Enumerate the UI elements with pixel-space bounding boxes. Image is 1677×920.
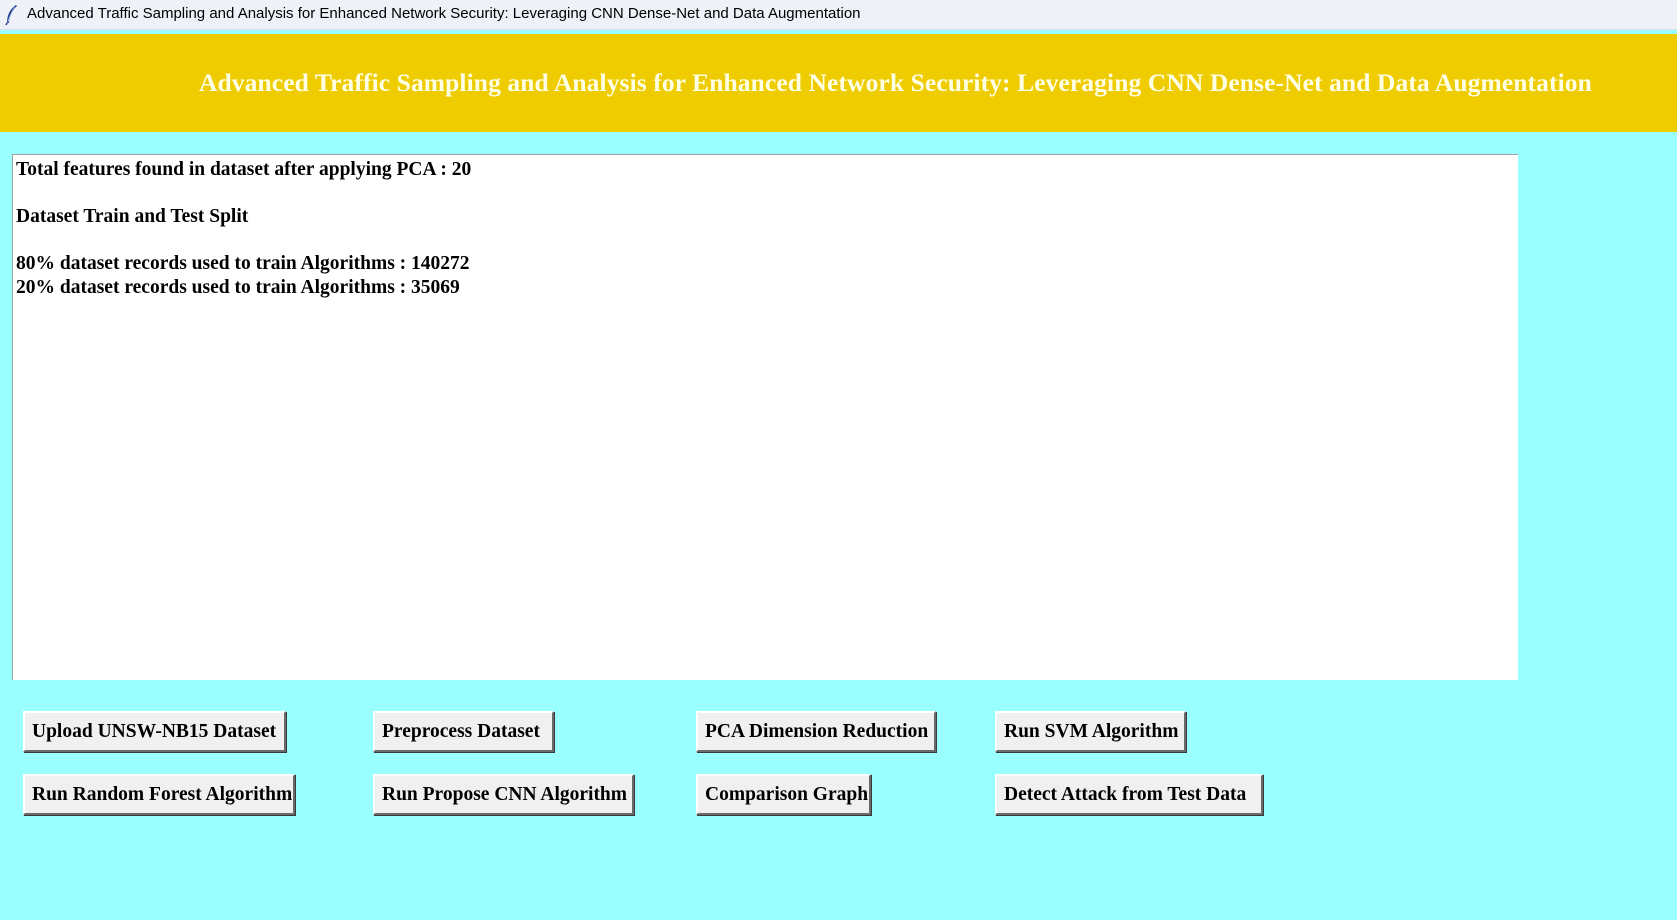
run-cnn-button[interactable]: Run Propose CNN Algorithm (373, 774, 634, 815)
run-random-forest-button[interactable]: Run Random Forest Algorithm (23, 774, 295, 815)
output-line: Dataset Train and Test Split (16, 206, 249, 228)
output-text-area[interactable]: Total features found in dataset after ap… (12, 154, 1518, 680)
preprocess-dataset-button[interactable]: Preprocess Dataset (373, 711, 554, 752)
pca-dimension-reduction-button[interactable]: PCA Dimension Reduction (696, 711, 936, 752)
detect-attack-button[interactable]: Detect Attack from Test Data (995, 774, 1263, 815)
comparison-graph-button[interactable]: Comparison Graph (696, 774, 871, 815)
window-titlebar: Advanced Traffic Sampling and Analysis f… (0, 0, 1677, 30)
output-line: Total features found in dataset after ap… (16, 159, 472, 180)
upload-dataset-button[interactable]: Upload UNSW-NB15 Dataset (23, 711, 286, 752)
output-line: 20% dataset records used to train Algori… (16, 276, 460, 298)
window-title: Advanced Traffic Sampling and Analysis f… (27, 5, 861, 22)
app-title: Advanced Traffic Sampling and Analysis f… (199, 68, 1592, 97)
feather-icon (4, 4, 20, 26)
run-svm-button[interactable]: Run SVM Algorithm (995, 711, 1186, 752)
app-header: Advanced Traffic Sampling and Analysis f… (0, 34, 1677, 132)
output-line: 80% dataset records used to train Algori… (16, 253, 470, 275)
